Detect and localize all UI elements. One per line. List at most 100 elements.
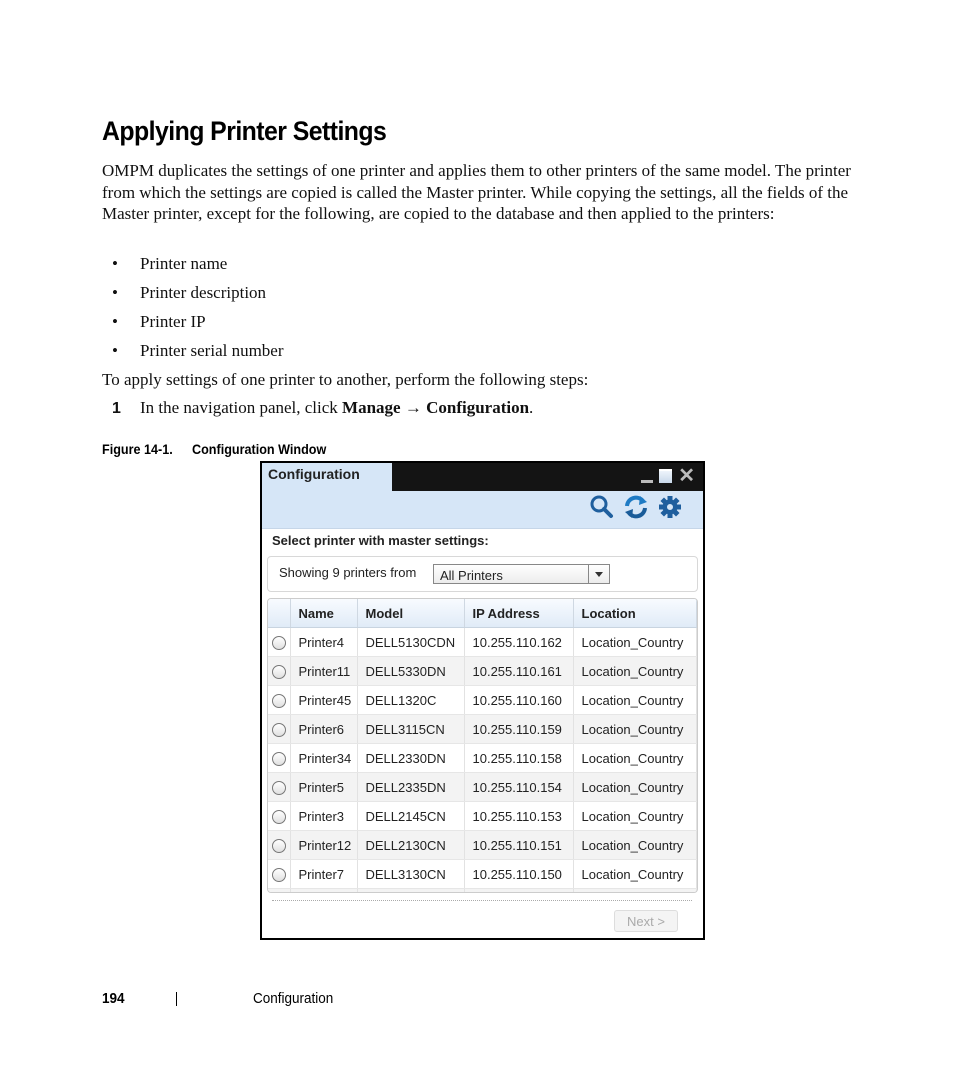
cell-ip: 10.255.110.162 bbox=[464, 627, 574, 657]
bullet: • bbox=[112, 341, 118, 360]
cell-location: Location_Country bbox=[573, 830, 697, 860]
cell-model: DELL3130CN bbox=[357, 859, 465, 889]
select-value: All Printers bbox=[440, 568, 503, 583]
list-item: • Printer name bbox=[112, 253, 284, 282]
maximize-icon[interactable] bbox=[659, 469, 673, 483]
bullet: • bbox=[112, 254, 118, 273]
row-radio[interactable] bbox=[271, 809, 286, 824]
table-row[interactable]: Printer5 DELL2335DN 10.255.110.154 Location… bbox=[268, 772, 697, 802]
cell-model: DELL5330DN bbox=[357, 656, 465, 686]
column-header-model[interactable]: Model bbox=[357, 599, 465, 628]
table-row[interactable]: Printer4 DELL5130CDN 10.255.110.162 Locatio… bbox=[268, 627, 697, 657]
row-radio[interactable] bbox=[271, 867, 286, 882]
cell-location: Location_Country bbox=[573, 656, 697, 686]
cell-name: Printer3 bbox=[290, 801, 358, 831]
step-text-end: . bbox=[529, 398, 534, 417]
row-radio[interactable] bbox=[271, 664, 286, 679]
row-radio[interactable] bbox=[271, 722, 286, 737]
list-item-text: Printer description bbox=[140, 283, 267, 302]
next-button[interactable]: Next > bbox=[614, 910, 678, 932]
table-header: Name Model IP Address Location bbox=[268, 599, 697, 628]
cell-location: Location_Country bbox=[573, 685, 697, 715]
footer-separator bbox=[176, 992, 177, 1006]
step-1: 1 In the navigation panel, click Manage →… bbox=[112, 397, 533, 420]
chevron-down-icon bbox=[595, 572, 603, 577]
section-label: Select printer with master settings: bbox=[272, 533, 489, 548]
cell-ip: 10.255.110.151 bbox=[464, 830, 574, 860]
column-header-ip[interactable]: IP Address bbox=[464, 599, 574, 628]
title-bar: Configuration ✕ bbox=[262, 463, 703, 493]
footer-section-title: Configuration bbox=[253, 990, 334, 1007]
step-text: In the navigation panel, click bbox=[140, 398, 343, 417]
cell-model: DELL2330DN bbox=[357, 743, 465, 773]
table-row[interactable]: Printer45 DELL1320C 10.255.110.160 Location… bbox=[268, 685, 697, 715]
cell-location: Location_Country bbox=[573, 859, 697, 889]
cell-location: Location_Country bbox=[573, 627, 697, 657]
step-number: 1 bbox=[112, 400, 121, 417]
configuration-window: Configuration ✕ Select printer with mast… bbox=[260, 461, 705, 940]
cell-model: DELL2145CN bbox=[357, 801, 465, 831]
gear-icon[interactable] bbox=[657, 494, 683, 520]
minimize-icon[interactable] bbox=[641, 479, 654, 483]
row-radio[interactable] bbox=[271, 751, 286, 766]
printer-group-select[interactable]: All Printers bbox=[433, 564, 610, 584]
cell-ip: 10.255.110.160 bbox=[464, 685, 574, 715]
table-row[interactable]: Printer11 DELL5330DN 10.255.110.161 Locatio… bbox=[268, 656, 697, 686]
steps-intro: To apply settings of one printer to anot… bbox=[102, 370, 589, 389]
cell-name: Printer4 bbox=[290, 627, 358, 657]
close-icon[interactable]: ✕ bbox=[678, 466, 695, 486]
cell-name: Printer45 bbox=[290, 685, 358, 715]
table-row[interactable]: Printer6 DELL3115CN 10.255.110.159 Location… bbox=[268, 714, 697, 744]
column-header-location[interactable]: Location bbox=[573, 599, 697, 628]
filter-panel: Showing 9 printers from All Printers bbox=[267, 556, 698, 592]
cell-name: Printer12 bbox=[290, 830, 358, 860]
row-radio[interactable] bbox=[271, 838, 286, 853]
list-item: • Printer description bbox=[112, 282, 284, 311]
window-title-tab[interactable]: Configuration bbox=[262, 463, 392, 493]
page-number: 194 bbox=[102, 990, 125, 1007]
table-row-empty bbox=[268, 888, 697, 892]
page-heading: Applying Printer Settings bbox=[102, 116, 387, 146]
cell-ip: 10.255.110.150 bbox=[464, 859, 574, 889]
cell-ip: 10.255.110.154 bbox=[464, 772, 574, 802]
printer-grid: Name Model IP Address Location Printer4 D… bbox=[267, 598, 698, 893]
list-item-text: Printer IP bbox=[140, 312, 206, 331]
bullet: • bbox=[112, 283, 118, 302]
toolbar bbox=[262, 491, 703, 529]
table-row[interactable]: Printer12 DELL2130CN 10.255.110.151 Locatio… bbox=[268, 830, 697, 860]
divider bbox=[272, 900, 692, 901]
search-icon[interactable] bbox=[589, 494, 615, 520]
excluded-fields-list: • Printer name • Printer description • Prin… bbox=[112, 253, 284, 369]
cell-model: DELL3115CN bbox=[357, 714, 465, 744]
menu-path: Manage → Configuration bbox=[342, 398, 530, 417]
cell-location: Location_Country bbox=[573, 772, 697, 802]
refresh-icon[interactable] bbox=[623, 494, 649, 520]
row-radio[interactable] bbox=[271, 635, 286, 650]
cell-location: Location_Country bbox=[573, 801, 697, 831]
window-controls: ✕ bbox=[641, 465, 695, 487]
cell-ip: 10.255.110.158 bbox=[464, 743, 574, 773]
select-dropdown-button[interactable] bbox=[588, 565, 609, 583]
list-item-text: Printer serial number bbox=[140, 341, 284, 360]
bullet: • bbox=[112, 312, 118, 331]
figure-title: Configuration Window bbox=[192, 441, 327, 457]
intro-paragraph: OMPM duplicates the settings of one prin… bbox=[102, 161, 851, 223]
list-item: • Printer IP bbox=[112, 311, 284, 340]
column-header-select bbox=[268, 599, 291, 628]
cell-location: Location_Country bbox=[573, 714, 697, 744]
filter-label: Showing 9 printers from bbox=[279, 565, 417, 580]
cell-name: Printer34 bbox=[290, 743, 358, 773]
cell-ip: 10.255.110.153 bbox=[464, 801, 574, 831]
row-radio[interactable] bbox=[271, 780, 286, 795]
column-header-name[interactable]: Name bbox=[290, 599, 358, 628]
figure-caption: Figure 14-1. Configuration Window bbox=[102, 441, 326, 457]
row-radio[interactable] bbox=[271, 693, 286, 708]
cell-name: Printer5 bbox=[290, 772, 358, 802]
table-row[interactable]: Printer3 DELL2145CN 10.255.110.153 Location… bbox=[268, 801, 697, 831]
cell-name: Printer6 bbox=[290, 714, 358, 744]
cell-model: DELL2335DN bbox=[357, 772, 465, 802]
table-row[interactable]: Printer34 DELL2330DN 10.255.110.158 Locatio… bbox=[268, 743, 697, 773]
cell-ip: 10.255.110.159 bbox=[464, 714, 574, 744]
figure-number: Figure 14-1. bbox=[102, 441, 173, 457]
table-row[interactable]: Printer7 DELL3130CN 10.255.110.150 Location… bbox=[268, 859, 697, 889]
